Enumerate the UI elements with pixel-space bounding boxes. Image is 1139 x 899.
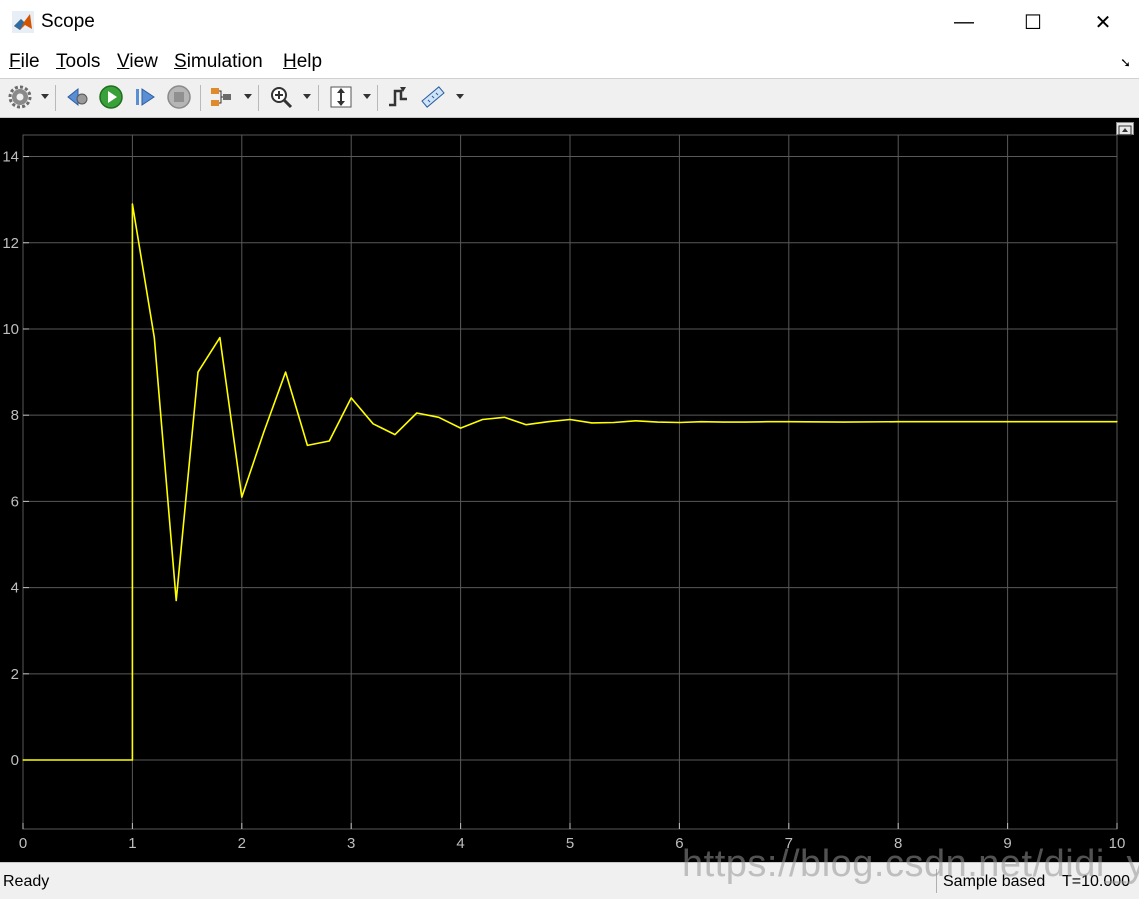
step-back-icon[interactable] (65, 84, 91, 110)
zoom-icon[interactable] (268, 84, 294, 110)
gear-dropdown-icon[interactable] (41, 94, 49, 99)
minimize-button[interactable]: — (929, 0, 999, 45)
stop-icon[interactable] (166, 84, 192, 110)
data-point (460, 427, 462, 429)
menu-file[interactable]: File (9, 51, 40, 73)
data-point (613, 421, 615, 424)
close-button[interactable]: ✕ (1068, 0, 1138, 45)
data-point (1007, 421, 1009, 423)
data-point (678, 421, 681, 424)
x-tick-label: 2 (238, 835, 246, 852)
data-point (372, 423, 374, 425)
data-point (656, 421, 659, 423)
autoscale-icon[interactable] (328, 84, 354, 110)
data-point (306, 444, 309, 446)
run-icon[interactable] (98, 84, 124, 110)
y-tick-label: 8 (11, 407, 19, 424)
menu-bar: File Tools View Simulation Help ➘ (0, 45, 1139, 79)
data-point (591, 422, 593, 424)
watermark: https://blog.csdn.net/didi_ya (682, 843, 1139, 885)
matlab-logo-icon (12, 11, 34, 33)
data-point (22, 759, 24, 761)
y-tick-label: 6 (11, 493, 19, 510)
data-point (175, 599, 177, 602)
y-tick-label: 2 (11, 666, 19, 683)
x-tick-label: 0 (19, 835, 27, 852)
signal-selector-icon[interactable] (208, 84, 234, 110)
minimize-icon: — (954, 11, 974, 33)
data-point (700, 421, 702, 423)
toolbar-separator (377, 85, 378, 111)
x-tick-label: 1 (128, 835, 136, 852)
toolbar-separator (318, 85, 319, 111)
menu-simulation[interactable]: Simulation (174, 51, 263, 73)
menu-help[interactable]: Help (283, 51, 322, 73)
data-point (438, 416, 440, 418)
x-tick-label: 4 (456, 835, 464, 852)
y-tick-label: 0 (11, 752, 19, 769)
data-point (897, 421, 899, 423)
x-tick-label: 3 (347, 835, 355, 852)
gear-icon[interactable] (7, 84, 33, 110)
signal-dropdown-icon[interactable] (244, 94, 252, 99)
data-point (842, 421, 845, 423)
title-bar: Scope — ☐ ✕ (0, 0, 1139, 45)
y-tick-label: 4 (11, 580, 19, 597)
close-icon: ✕ (1094, 12, 1112, 34)
data-point (1061, 421, 1063, 423)
menu-tools[interactable]: Tools (56, 51, 100, 73)
toolbar-separator (200, 85, 201, 111)
data-point (350, 397, 352, 399)
y-tick-label: 10 (2, 321, 19, 338)
data-point (263, 431, 265, 434)
scope-chart: 0 1 2 3 4 5 6 7 8 9 1002468101214 (2, 134, 1125, 852)
data-point (503, 416, 505, 418)
data-point (635, 420, 637, 422)
y-tick-label: 14 (2, 149, 19, 166)
zoom-dropdown-icon[interactable] (303, 94, 311, 99)
toolbar (0, 79, 1139, 118)
data-point (241, 496, 243, 498)
autoscale-dropdown-icon[interactable] (363, 94, 371, 99)
x-tick-label: 5 (566, 835, 574, 852)
restore-icon (1118, 125, 1132, 136)
data-point (525, 424, 527, 426)
data-point (284, 371, 287, 373)
maximize-icon: ☐ (1024, 12, 1042, 34)
status-text: Ready (3, 873, 50, 890)
data-point (952, 421, 954, 423)
measurement-icon[interactable] (420, 84, 446, 110)
y-tick-label: 12 (2, 235, 19, 252)
data-point (788, 421, 790, 423)
data-point (197, 371, 199, 373)
toolbar-separator (55, 85, 56, 111)
data-point (153, 336, 155, 339)
menu-view[interactable]: View (117, 51, 158, 73)
data-point (328, 440, 330, 442)
data-point (394, 433, 396, 436)
step-forward-icon[interactable] (132, 84, 158, 110)
window-title: Scope (41, 11, 95, 32)
data-point (1116, 421, 1118, 423)
data-point (766, 421, 768, 423)
data-point (219, 336, 221, 339)
triggers-icon[interactable] (385, 84, 411, 110)
measurement-dropdown-icon[interactable] (456, 94, 464, 99)
data-point (569, 418, 571, 421)
restore-axes-button[interactable] (1116, 122, 1134, 136)
data-point (131, 203, 133, 205)
maximize-button[interactable]: ☐ (998, 0, 1068, 45)
data-point (744, 421, 746, 423)
toolbar-separator (258, 85, 259, 111)
data-point (416, 412, 418, 414)
data-point (547, 421, 549, 423)
dock-arrow-icon[interactable]: ➘ (1120, 55, 1131, 71)
plot-area[interactable]: 0 1 2 3 4 5 6 7 8 9 10 0 2 4 6 8 10 12 14 (0, 118, 1139, 862)
data-point (481, 418, 484, 421)
data-point (722, 421, 724, 423)
data-point (131, 759, 133, 761)
